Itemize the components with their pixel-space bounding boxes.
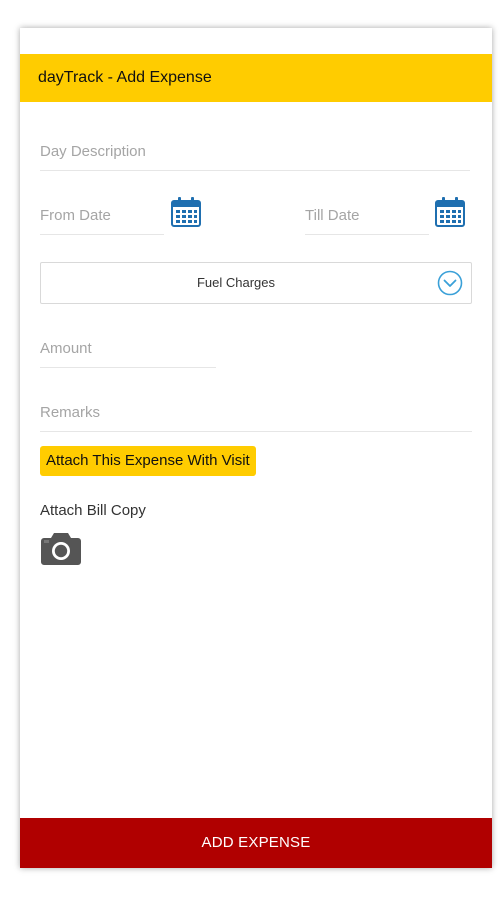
day-description-placeholder: Day Description [40,143,146,160]
amount-placeholder: Amount [40,340,92,357]
chevron-down-icon [437,270,463,296]
till-date-input[interactable]: Till Date [305,204,429,235]
amount-input[interactable]: Amount [40,337,216,368]
till-date-placeholder: Till Date [305,207,360,224]
phone-screen: dayTrack - Add Expense Day Description F… [20,28,492,868]
expense-type-value: Fuel Charges [196,275,276,290]
attach-visit-button[interactable]: Attach This Expense With Visit [40,446,256,476]
from-date-placeholder: From Date [40,207,111,224]
camera-icon[interactable] [40,530,82,566]
attach-bill-label: Attach Bill Copy [40,502,146,519]
remarks-input[interactable]: Remarks [40,401,472,432]
page-title: dayTrack - Add Expense [38,69,212,86]
till-date-calendar-icon[interactable] [434,196,466,228]
from-date-calendar-icon[interactable] [170,196,202,228]
app-bar: dayTrack - Add Expense [20,54,492,102]
add-expense-button[interactable]: ADD EXPENSE [20,818,492,868]
remarks-placeholder: Remarks [40,404,101,421]
day-description-input[interactable]: Day Description [40,140,470,171]
from-date-input[interactable]: From Date [40,204,164,235]
expense-type-dropdown[interactable]: Fuel Charges [40,262,472,304]
